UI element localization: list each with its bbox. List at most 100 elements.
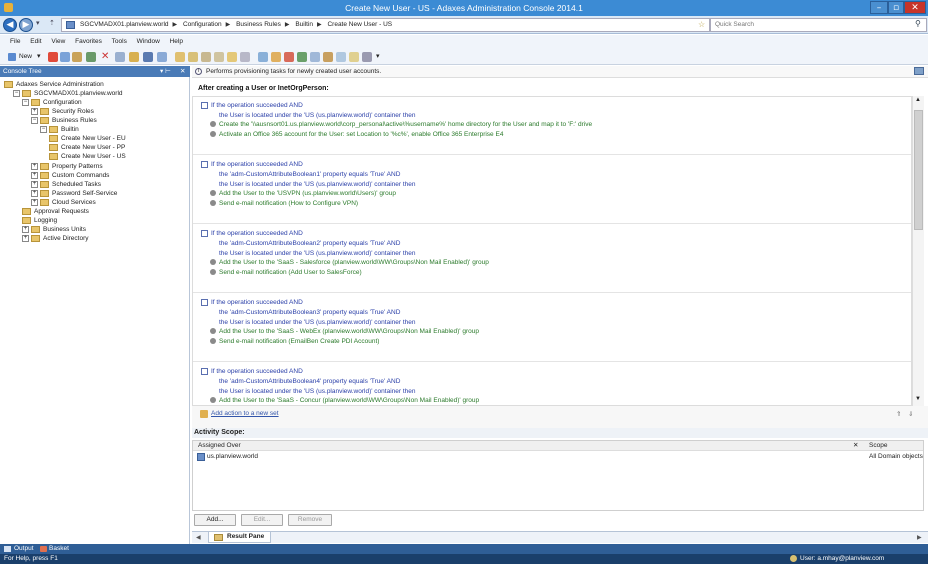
rules-scrollbar[interactable]: ▲ ▼ — [912, 96, 924, 406]
minimize-button[interactable]: – — [870, 1, 888, 14]
scroll-down-icon[interactable]: ▼ — [915, 396, 921, 402]
add-action-link[interactable]: Add action to a new set — [211, 410, 279, 417]
rule-condition[interactable]: the User is located under the 'US (us.pl… — [219, 387, 416, 396]
collapse-icon[interactable]: − — [22, 98, 29, 106]
breadcrumb-item[interactable]: Configuration — [183, 21, 222, 28]
rule-action[interactable]: Add the User to the 'USVPN (us.planview.… — [210, 189, 396, 198]
expand-icon[interactable]: + — [31, 180, 38, 188]
tree-toggle-icon[interactable] — [157, 52, 167, 62]
menu-tools[interactable]: Tools — [112, 38, 127, 45]
menu-window[interactable]: Window — [137, 38, 160, 45]
rule-condition[interactable]: the User is located under the 'US (us.pl… — [219, 249, 416, 258]
move-icon[interactable] — [258, 52, 268, 62]
new-button[interactable]: New — [19, 53, 32, 60]
up-icon[interactable]: ⇡ — [49, 19, 55, 27]
tree-item[interactable]: Create New User - US — [49, 152, 126, 161]
back-button[interactable]: ◀ — [3, 18, 17, 32]
new-dropdown-icon[interactable]: ▾ — [37, 52, 41, 60]
expand-icon[interactable]: + — [31, 171, 38, 179]
rule-block[interactable]: If the operation succeeded AND the User i… — [193, 99, 911, 156]
clear-column-icon[interactable]: ✕ — [853, 441, 858, 449]
breadcrumb-item[interactable]: Business Rules — [236, 21, 281, 28]
rule-if-line[interactable]: If the operation succeeded AND — [201, 298, 303, 307]
rule-condition[interactable]: the User is located under the 'US (us.pl… — [219, 318, 416, 327]
properties-icon[interactable] — [914, 67, 924, 75]
tree-item[interactable]: Create New User - EU — [49, 134, 126, 143]
tree-item[interactable]: + Password Self-Service — [31, 189, 117, 198]
tree-item[interactable]: + Active Directory — [22, 234, 89, 243]
collapse-icon[interactable]: − — [40, 125, 47, 133]
tree-item[interactable]: Adaxes Service Administration — [4, 80, 104, 89]
rule-condition[interactable]: the 'adm-CustomAttributeBoolean3' proper… — [219, 308, 400, 317]
rule-action[interactable]: Create the '\\ausnsort01.us.planview.wor… — [210, 120, 592, 129]
tab-basket[interactable]: Basket — [49, 545, 69, 552]
column-assigned-over[interactable]: Assigned Over — [198, 442, 241, 449]
menu-help[interactable]: Help — [170, 38, 183, 45]
scroll-thumb[interactable] — [914, 110, 923, 230]
rule-block[interactable]: If the operation succeeded AND the 'adm-C… — [193, 365, 911, 405]
toolbar-overflow-icon[interactable]: ▾ — [376, 52, 380, 60]
move-down-icon[interactable]: ⇓ — [908, 410, 913, 418]
expand-icon[interactable]: + — [22, 225, 29, 233]
expand-icon[interactable]: + — [31, 189, 38, 197]
tree-item[interactable]: + Security Roles — [31, 107, 94, 116]
close-button[interactable]: ✕ — [904, 1, 926, 14]
paste-icon[interactable] — [72, 52, 82, 62]
breadcrumb-item[interactable]: Builtin — [295, 21, 313, 28]
rule-action[interactable]: Send e-mail notification (Add User to Sa… — [210, 268, 362, 277]
column-scope[interactable]: Scope — [869, 442, 887, 449]
cut-icon[interactable] — [48, 52, 58, 62]
copy-icon[interactable] — [60, 52, 70, 62]
breadcrumb-item[interactable]: Create New User - US — [327, 21, 392, 28]
edit-button[interactable]: Edit... — [241, 514, 283, 526]
tree-item[interactable]: + Custom Commands — [31, 171, 109, 180]
tab-result-pane[interactable]: Result Pane — [208, 532, 272, 543]
rule-action[interactable]: Add the User to the 'SaaS - Concur (plan… — [210, 396, 479, 405]
tree-item[interactable]: Approval Requests — [22, 207, 89, 216]
run-icon[interactable] — [323, 52, 333, 62]
tree-item[interactable]: + Cloud Services — [31, 198, 96, 207]
rule-action[interactable]: Send e-mail notification (How to Configu… — [210, 199, 358, 208]
add-button[interactable]: Add... — [194, 514, 236, 526]
expand-icon[interactable]: + — [22, 234, 29, 242]
undo-icon[interactable] — [86, 52, 96, 62]
history-dropdown-icon[interactable]: ▾ — [36, 19, 40, 27]
properties-icon[interactable] — [129, 52, 139, 62]
collapse-icon[interactable]: − — [13, 89, 20, 97]
find-icon[interactable] — [143, 52, 153, 62]
notes-icon[interactable] — [349, 52, 359, 62]
tab-output[interactable]: Output — [14, 545, 34, 552]
reset-password-icon[interactable] — [297, 52, 307, 62]
collapse-icon[interactable]: − — [31, 116, 38, 124]
breadcrumb-item[interactable]: SGCVMADX01.planview.world — [80, 21, 169, 28]
close-pane-icon[interactable]: ✕ — [180, 67, 185, 75]
rule-condition[interactable]: the User is located under the 'US (us.pl… — [219, 180, 416, 189]
rule-action[interactable]: Add the User to the 'SaaS - Salesforce (… — [210, 258, 489, 267]
tree-item[interactable]: Logging — [22, 216, 57, 225]
expand-icon[interactable]: + — [31, 107, 38, 115]
rule-if-line[interactable]: If the operation succeeded AND — [201, 160, 303, 169]
move-up-icon[interactable]: ⇑ — [896, 410, 901, 418]
tab-left-arrow-icon[interactable]: ◀ — [196, 534, 201, 541]
rule-if-line[interactable]: If the operation succeeded AND — [201, 101, 303, 110]
rule-condition[interactable]: the 'adm-CustomAttributeBoolean1' proper… — [219, 170, 400, 179]
tree-item[interactable]: − SGCVMADX01.planview.world — [13, 89, 123, 98]
rule-condition[interactable]: the 'adm-CustomAttributeBoolean4' proper… — [219, 377, 400, 386]
refresh-icon[interactable] — [115, 52, 125, 62]
rule-block[interactable]: If the operation succeeded AND the 'adm-C… — [193, 296, 911, 363]
user-add-icon[interactable] — [175, 52, 185, 62]
rule-condition[interactable]: the 'adm-CustomAttributeBoolean2' proper… — [219, 239, 400, 248]
quick-search-input[interactable]: Quick Search — [710, 18, 927, 32]
rule-block[interactable]: If the operation succeeded AND the 'adm-C… — [193, 227, 911, 294]
filter-icon[interactable] — [240, 52, 250, 62]
rule-action[interactable]: Activate an Office 365 account for the U… — [210, 130, 503, 139]
options-icon[interactable] — [362, 52, 372, 62]
tree-item[interactable]: + Business Units — [22, 225, 86, 234]
menu-favorites[interactable]: Favorites — [75, 38, 102, 45]
forward-button[interactable]: ▶ — [19, 18, 33, 32]
disable-icon[interactable] — [284, 52, 294, 62]
rule-action[interactable]: Send e-mail notification (EmailBen Creat… — [210, 337, 379, 346]
rule-action[interactable]: Add the User to the 'SaaS - WebEx (planv… — [210, 327, 479, 336]
tree-item[interactable]: + Scheduled Tasks — [31, 180, 101, 189]
search-icon[interactable]: ⚲ — [915, 19, 921, 28]
